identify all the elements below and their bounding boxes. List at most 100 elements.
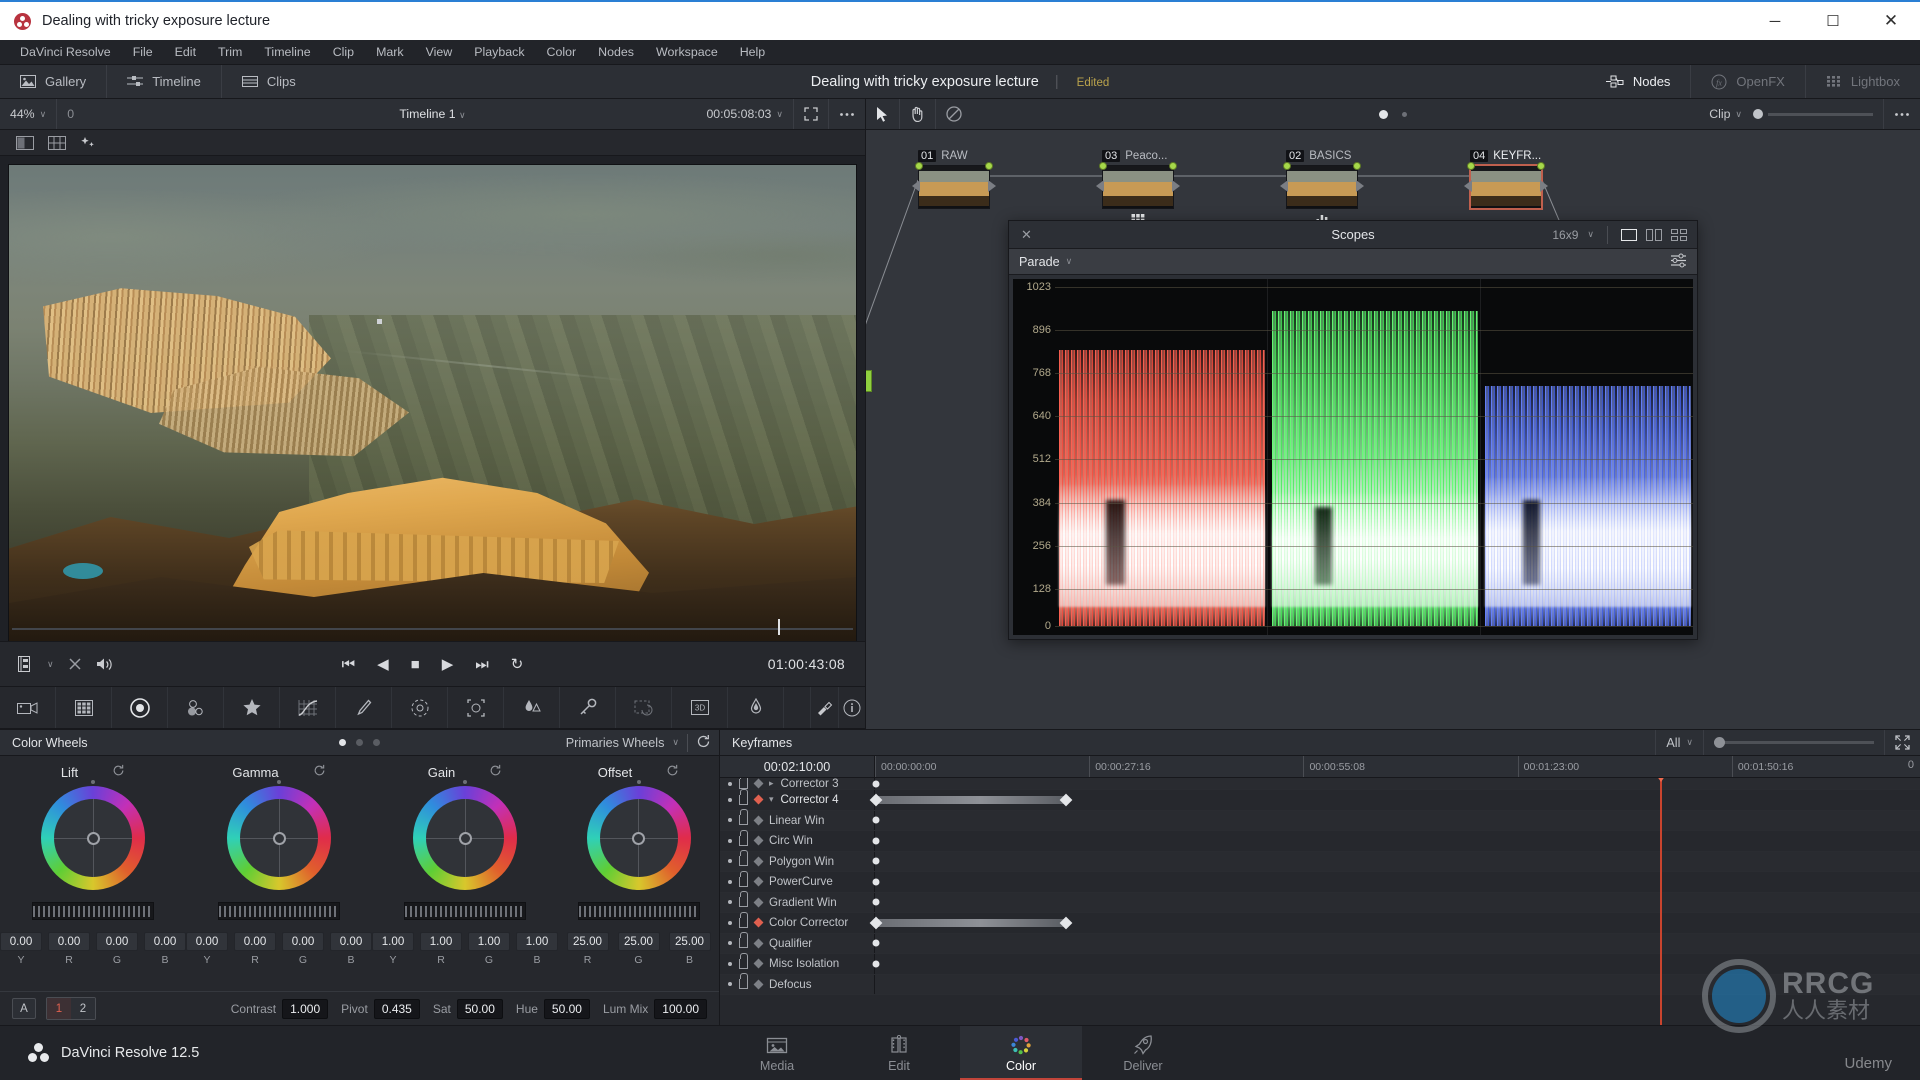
wheel-ring[interactable] bbox=[413, 780, 517, 890]
offset-b-value[interactable]: 25.00 bbox=[668, 932, 711, 951]
info-icon[interactable] bbox=[837, 687, 865, 728]
color-wheels-mode[interactable]: Primaries Wheels bbox=[566, 736, 665, 750]
lift-g-value[interactable]: 0.00 bbox=[96, 932, 138, 951]
enable-dot[interactable] bbox=[728, 961, 732, 966]
keyframes-expand-button[interactable] bbox=[1884, 730, 1920, 755]
gamma-b-value[interactable]: 0.00 bbox=[330, 932, 372, 951]
node-02-basics[interactable]: 02 BASICS bbox=[1280, 150, 1364, 226]
enable-dot[interactable] bbox=[728, 797, 732, 802]
gain-y-value[interactable]: 1.00 bbox=[372, 932, 414, 951]
node-key-output[interactable] bbox=[1540, 180, 1548, 192]
node-01-raw[interactable]: 01 RAW bbox=[912, 150, 996, 209]
keyframes-playhead[interactable] bbox=[1651, 778, 1670, 1025]
sizing-icon[interactable] bbox=[616, 687, 672, 728]
wheel-center-handle[interactable] bbox=[86, 831, 100, 845]
wheel-ring[interactable] bbox=[41, 780, 145, 890]
page-button-edit[interactable]: Edit bbox=[838, 1026, 960, 1080]
wheel-center-handle[interactable] bbox=[458, 831, 472, 845]
gamma-g-value[interactable]: 0.00 bbox=[282, 932, 324, 951]
page-button-deliver[interactable]: Deliver bbox=[1082, 1026, 1204, 1080]
row-track[interactable] bbox=[872, 778, 1920, 789]
ellipsis-icon[interactable] bbox=[828, 99, 865, 129]
keyframe-range-bar[interactable] bbox=[876, 918, 1066, 927]
lock-icon[interactable] bbox=[739, 911, 748, 928]
node-thumbnail[interactable] bbox=[1464, 162, 1548, 209]
color-match-icon[interactable] bbox=[56, 687, 112, 728]
node-graph-canvas[interactable]: 01 RAW 03 Peaco... 02 BASICS 04 KEYFR...… bbox=[866, 130, 1920, 729]
node-input-port[interactable] bbox=[915, 162, 923, 170]
page-button-media[interactable]: Media bbox=[716, 1026, 838, 1080]
hand-tool-icon[interactable] bbox=[899, 99, 935, 129]
bypass-x-icon[interactable] bbox=[68, 657, 82, 671]
toolbar-button-clips[interactable]: Clips bbox=[220, 65, 316, 98]
row-track[interactable] bbox=[872, 934, 1920, 954]
keyframes-current-timecode[interactable]: 00:02:10:00 bbox=[720, 756, 875, 777]
table-row[interactable]: Color Corrector bbox=[720, 911, 1920, 934]
wheel-page-2[interactable]: 2 bbox=[71, 998, 95, 1019]
table-row[interactable]: Linear Win bbox=[720, 809, 1920, 831]
keyframe-marker[interactable] bbox=[872, 939, 880, 947]
clip-source-icon[interactable] bbox=[18, 656, 33, 672]
row-track[interactable] bbox=[872, 872, 1920, 892]
data-burn-icon[interactable] bbox=[728, 687, 784, 728]
keyframe-diamond-icon[interactable] bbox=[753, 876, 764, 887]
rgb-mixer-icon[interactable] bbox=[168, 687, 224, 728]
table-row[interactable]: ▾ Corrector 4 bbox=[720, 788, 1920, 811]
keyframes-ruler-track[interactable]: 00:00:00:00 00:00:27:16 00:00:55:08 00:0… bbox=[875, 756, 1920, 777]
sliders-icon[interactable] bbox=[1670, 253, 1687, 271]
table-row[interactable]: Misc Isolation bbox=[720, 952, 1920, 975]
node-output-port[interactable] bbox=[1537, 162, 1545, 170]
node-thumbnail[interactable] bbox=[1280, 162, 1364, 226]
play-reverse-button[interactable]: ◀ bbox=[377, 655, 389, 673]
wheel-master-slider[interactable] bbox=[577, 902, 700, 920]
keyframe-diamond-icon[interactable] bbox=[753, 815, 764, 826]
node-input-port[interactable] bbox=[1467, 162, 1475, 170]
enable-dot[interactable] bbox=[728, 920, 732, 925]
gamma-y-value[interactable]: 0.00 bbox=[186, 932, 228, 951]
chevron-down-icon[interactable]: ∨ bbox=[1587, 229, 1594, 240]
lift-y-value[interactable]: 0.00 bbox=[0, 932, 42, 951]
keyframe-diamond-icon[interactable] bbox=[753, 835, 764, 846]
reset-icon[interactable] bbox=[666, 764, 679, 780]
play-button[interactable]: ▶ bbox=[442, 655, 454, 673]
gain-b-value[interactable]: 1.00 bbox=[516, 932, 558, 951]
chevron-down-icon[interactable]: ▾ bbox=[769, 794, 774, 805]
keyframe-diamond-icon[interactable] bbox=[753, 938, 764, 949]
keyframe-marker[interactable] bbox=[872, 837, 880, 845]
node-output-port[interactable] bbox=[985, 162, 993, 170]
lock-icon[interactable] bbox=[739, 891, 748, 908]
keyframe-marker[interactable] bbox=[872, 780, 880, 787]
reset-icon[interactable] bbox=[313, 764, 326, 780]
loop-button[interactable]: ↻ bbox=[511, 655, 524, 673]
keyframes-track-list[interactable]: ▸ Corrector 3 ▾ Corrector 4 Linear Win C… bbox=[720, 778, 1920, 1025]
maximize-icon[interactable]: ☐ bbox=[1804, 2, 1862, 40]
enable-dot[interactable] bbox=[728, 982, 732, 987]
enable-dot[interactable] bbox=[728, 818, 732, 823]
enable-dot[interactable] bbox=[728, 781, 732, 786]
pager-dot-3[interactable] bbox=[373, 739, 380, 746]
gain-g-value[interactable]: 1.00 bbox=[468, 932, 510, 951]
node-output-port[interactable] bbox=[1353, 162, 1361, 170]
lock-icon[interactable] bbox=[739, 870, 748, 887]
lock-icon[interactable] bbox=[739, 952, 748, 969]
table-row[interactable]: Defocus bbox=[720, 973, 1920, 995]
go-to-end-button[interactable]: ⏭ bbox=[475, 656, 489, 673]
keyframe-marker[interactable] bbox=[872, 878, 880, 886]
menu-item-clip[interactable]: Clip bbox=[322, 40, 365, 65]
camera-raw-icon[interactable] bbox=[0, 687, 56, 728]
node-key-output[interactable] bbox=[1356, 180, 1364, 192]
keyframe-diamond-icon[interactable] bbox=[753, 794, 764, 805]
grid-view-icon[interactable] bbox=[48, 135, 66, 150]
scope-plot-area[interactable] bbox=[1055, 279, 1693, 635]
menu-item-nodes[interactable]: Nodes bbox=[587, 40, 645, 65]
gain-r-value[interactable]: 1.00 bbox=[420, 932, 462, 951]
timeline-duration[interactable]: 00:05:08:03 ∨ bbox=[696, 99, 793, 129]
lum-mix-value[interactable]: 100.00 bbox=[654, 998, 707, 1019]
scopes-window[interactable]: ✕ Scopes 16x9 ∨ Parade ∨ 1023 896 768 64… bbox=[1008, 220, 1698, 640]
key-icon[interactable] bbox=[560, 687, 616, 728]
node-key-input[interactable] bbox=[1464, 180, 1472, 192]
row-track[interactable] bbox=[869, 913, 1920, 933]
wheel-center-handle[interactable] bbox=[632, 831, 645, 845]
keyframe-diamond-icon[interactable] bbox=[753, 778, 764, 789]
split-view-icon[interactable] bbox=[16, 135, 34, 150]
